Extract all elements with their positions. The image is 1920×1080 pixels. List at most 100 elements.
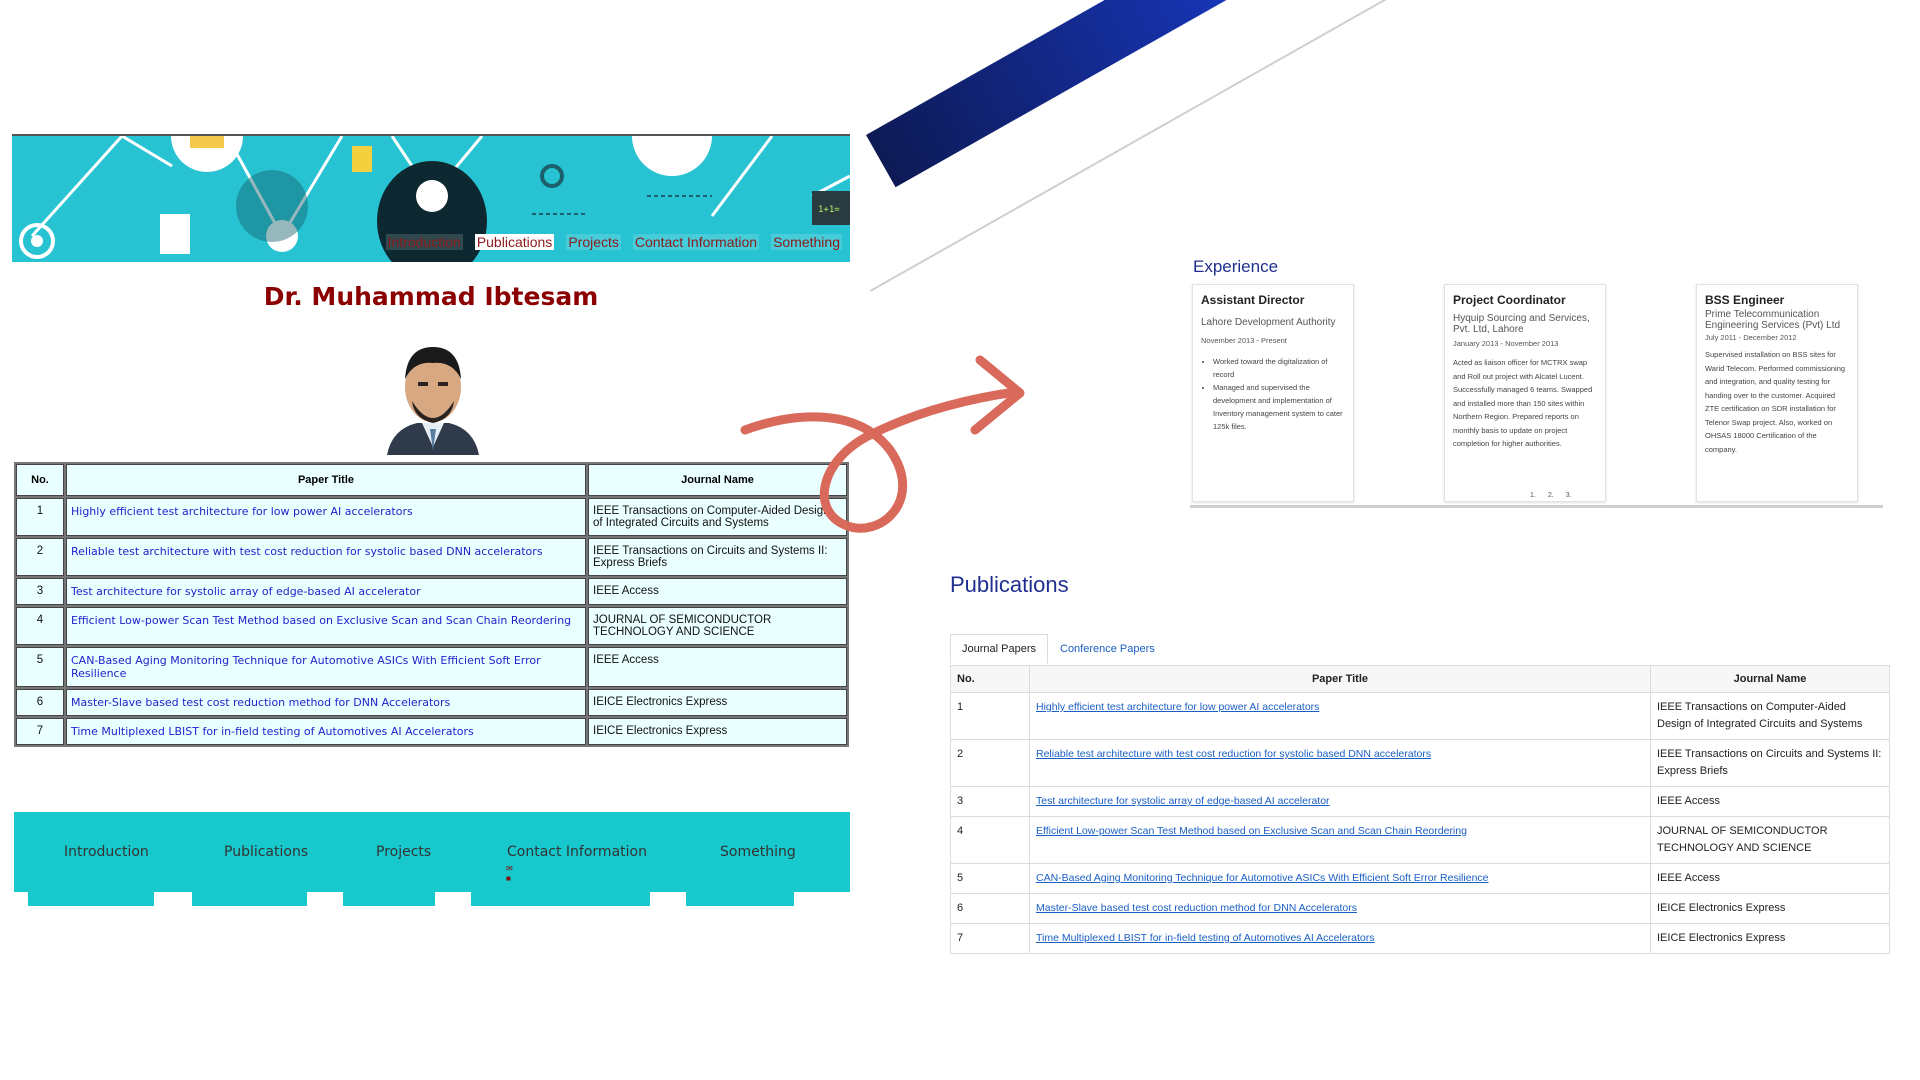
table-row: 3 Test architecture for systolic array o… — [16, 578, 847, 605]
experience-card: Assistant Director Lahore Development Au… — [1192, 284, 1354, 502]
journal-name: IEICE Electronics Express — [588, 718, 847, 745]
experience-role: Assistant Director — [1201, 293, 1305, 307]
footer-notch — [794, 892, 850, 906]
table-row: 7 Time Multiplexed LBIST for in-field te… — [950, 923, 1890, 954]
experience-bullet: Managed and supervised the development a… — [1213, 381, 1345, 433]
old-nav-something[interactable]: Something — [771, 234, 842, 250]
publications-heading: Publications — [950, 572, 1069, 597]
old-page-title: Dr. Muhammad Ibtesam — [263, 282, 599, 311]
old-top-nav: Introduction Publications Projects Conta… — [385, 234, 842, 250]
footer-notch — [154, 892, 192, 906]
pager-item[interactable]: 1. — [1530, 492, 1536, 499]
svg-text:1+1=: 1+1= — [818, 205, 840, 215]
row-number: 3 — [16, 578, 64, 605]
row-number: 6 — [950, 893, 1030, 924]
paper-title-link[interactable]: Test architecture for systolic array of … — [71, 585, 421, 598]
paper-title-link[interactable]: Efficient Low-power Scan Test Method bas… — [71, 614, 571, 627]
row-number: 2 — [950, 739, 1030, 787]
journal-name: IEEE Transactions on Computer-Aided Desi… — [1650, 692, 1890, 740]
email-icon[interactable]: ✉ — [506, 864, 513, 873]
experience-org: Prime Telecommunication Engineering Serv… — [1705, 309, 1841, 331]
experience-org: Lahore Development Authority — [1201, 317, 1336, 328]
row-number: 2 — [16, 538, 64, 576]
old-header-banner: 1+1= Introduction Publications Projects … — [12, 134, 850, 262]
experience-org: Hyquip Sourcing and Services, Pvt. Ltd, … — [1453, 313, 1590, 335]
tab-conference-papers[interactable]: Conference Papers — [1048, 634, 1167, 664]
row-number: 5 — [16, 647, 64, 687]
experience-card: BSS Engineer Prime Telecommunication Eng… — [1696, 284, 1858, 502]
experience-dates: July 2011 - December 2012 — [1705, 333, 1797, 342]
journal-name: IEEE Access — [588, 578, 847, 605]
row-number: 4 — [950, 816, 1030, 864]
facebook-icon[interactable]: ■ — [506, 874, 511, 883]
old-nav-contact-information[interactable]: Contact Information — [632, 234, 760, 250]
paper-title-link[interactable]: Reliable test architecture with test cos… — [71, 545, 543, 558]
table-row: 7 Time Multiplexed LBIST for in-field te… — [16, 718, 847, 745]
new-nav-publications[interactable]: Publications — [1152, 163, 1210, 203]
old-nav-publications[interactable]: Publications — [474, 234, 555, 250]
new-nav-links: Introduction Education Publications Expe… — [1042, 82, 1351, 264]
publication-tabs: Journal Papers Conference Papers — [950, 634, 1167, 664]
paper-title-link[interactable]: Master-Slave based test cost reduction m… — [1036, 902, 1357, 914]
paper-title-link[interactable]: CAN-Based Aging Monitoring Technique for… — [71, 654, 541, 680]
column-header-no: No. — [950, 665, 1030, 693]
paper-title-link[interactable]: Time Multiplexed LBIST for in-field test… — [71, 725, 474, 738]
footer-link-contact-information[interactable]: Contact Information — [507, 844, 647, 860]
journal-name: IEICE Electronics Express — [1650, 893, 1890, 924]
experience-dates: January 2013 - November 2013 — [1453, 339, 1559, 348]
footer-notch — [14, 892, 28, 906]
paper-title-link[interactable]: Highly efficient test architecture for l… — [1036, 701, 1319, 713]
row-number: 5 — [950, 863, 1030, 894]
row-number: 7 — [950, 923, 1030, 954]
new-navigation-bar — [866, 0, 1479, 188]
new-nav-projects[interactable]: Projects — [1269, 106, 1310, 136]
journal-name: JOURNAL OF SEMICONDUCTOR TECHNOLOGY AND … — [1650, 816, 1890, 864]
table-row: 4 Efficient Low-power Scan Test Method b… — [16, 607, 847, 645]
pager-item[interactable]: 2. — [1548, 492, 1554, 499]
experience-dates: November 2013 - Present — [1201, 336, 1287, 345]
new-nav-experience[interactable]: Experience — [1212, 131, 1266, 169]
footer-link-introduction[interactable]: Introduction — [64, 844, 149, 860]
new-nav-education[interactable]: Education — [1101, 197, 1150, 232]
paper-title-link[interactable]: Reliable test architecture with test cos… — [1036, 748, 1431, 760]
experience-card: Project Coordinator Hyquip Sourcing and … — [1444, 284, 1606, 502]
row-number: 6 — [16, 689, 64, 716]
journal-name: IEICE Electronics Express — [588, 689, 847, 716]
footer-link-publications[interactable]: Publications — [224, 844, 308, 860]
experience-pager: 1. 2. 3. — [1530, 492, 1572, 499]
old-nav-introduction[interactable]: Introduction — [385, 234, 463, 250]
footer-notch — [650, 892, 686, 906]
tab-journal-papers[interactable]: Journal Papers — [950, 634, 1048, 664]
old-nav-projects[interactable]: Projects — [566, 234, 621, 250]
experience-role: Project Coordinator — [1453, 293, 1566, 307]
journal-name: IEICE Electronics Express — [1650, 923, 1890, 954]
paper-title-link[interactable]: Master-Slave based test cost reduction m… — [71, 696, 450, 709]
table-row: 2 Reliable test architecture with test c… — [16, 538, 847, 576]
column-header-paper-title: Paper Title — [66, 464, 586, 496]
column-header-no: No. — [16, 464, 64, 496]
paper-title-link[interactable]: Time Multiplexed LBIST for in-field test… — [1036, 932, 1375, 944]
new-nav-contact[interactable]: Contact — [1312, 82, 1351, 111]
footer-link-projects[interactable]: Projects — [376, 844, 431, 860]
journal-name: IEEE Access — [1650, 786, 1890, 817]
table-row: 2 Reliable test architecture with test c… — [950, 739, 1890, 787]
footer-notch — [435, 892, 471, 906]
new-nav-introduction[interactable]: Introduction — [1042, 226, 1098, 265]
row-number: 1 — [16, 498, 64, 536]
footer-notch — [307, 892, 343, 906]
experience-divider — [1190, 505, 1883, 508]
experience-description: Supervised installation on BSS sites for… — [1705, 350, 1846, 454]
footer-link-something[interactable]: Something — [720, 844, 796, 860]
pager-item[interactable]: 3. — [1566, 492, 1572, 499]
paper-title-link[interactable]: CAN-Based Aging Monitoring Technique for… — [1036, 872, 1489, 884]
experience-bullets: Worked toward the digitalization of reco… — [1201, 355, 1345, 433]
paper-title-link[interactable]: Highly efficient test architecture for l… — [71, 505, 413, 518]
paper-title-link[interactable]: Efficient Low-power Scan Test Method bas… — [1036, 825, 1467, 837]
journal-name: IEEE Access — [588, 647, 847, 687]
column-header-journal-name: Journal Name — [1650, 665, 1890, 693]
table-row: 4 Efficient Low-power Scan Test Method b… — [950, 816, 1890, 864]
table-row: 6 Master-Slave based test cost reduction… — [16, 689, 847, 716]
paper-title-link[interactable]: Test architecture for systolic array of … — [1036, 795, 1330, 807]
journal-name: IEEE Transactions on Circuits and System… — [1650, 739, 1890, 787]
table-row: 6 Master-Slave based test cost reduction… — [950, 893, 1890, 924]
